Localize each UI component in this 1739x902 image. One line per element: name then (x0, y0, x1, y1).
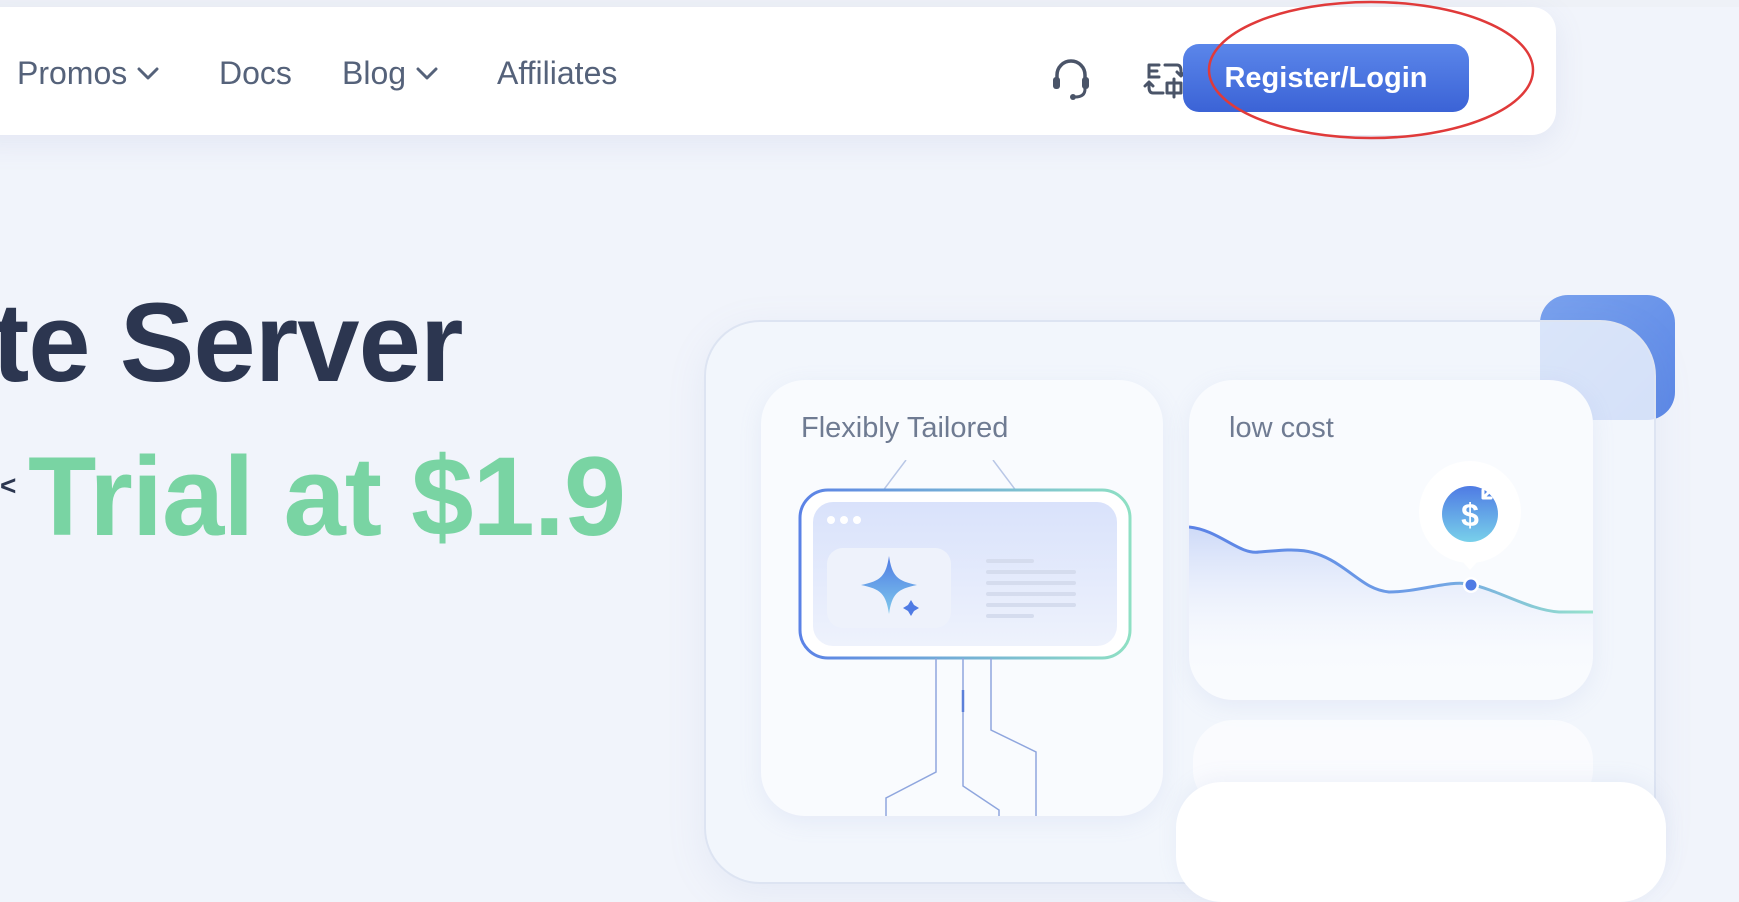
tailored-illustration (798, 460, 1132, 816)
nav-item-label: Promos (17, 55, 128, 91)
nav-item-promos[interactable]: Promos (17, 55, 159, 92)
nav-item-label: Blog (342, 55, 407, 91)
hero-subline: Trial at $1.9 (28, 434, 626, 559)
headset-icon[interactable] (1049, 55, 1093, 103)
navbar: Promos Docs Blog Affiliates Register/Log… (0, 7, 1556, 135)
nav-item-blog[interactable]: Blog (342, 55, 438, 92)
nav-item-label: Affiliates (497, 55, 618, 91)
low-cost-chart-illustration: $ (1189, 461, 1593, 680)
feature-card-low-cost: low cost $ (1189, 380, 1593, 700)
nav-item-docs[interactable]: Docs (219, 55, 292, 92)
feature-card-flexibly-tailored: Flexibly Tailored (761, 380, 1163, 816)
hero-headline: te Server (0, 280, 463, 405)
top-strip (0, 0, 1739, 7)
subline-fragment: ˂ (0, 470, 17, 501)
nav-item-label: Docs (219, 55, 292, 91)
chevron-down-icon (416, 67, 438, 79)
nav-item-affiliates[interactable]: Affiliates (497, 55, 617, 92)
feature-card-bottom (1176, 782, 1666, 902)
chevron-down-icon (137, 67, 159, 79)
card-title: Flexibly Tailored (801, 412, 1009, 444)
svg-text:$: $ (1461, 497, 1479, 533)
register-login-button[interactable]: Register/Login (1183, 44, 1469, 112)
language-switch-icon[interactable] (1143, 55, 1187, 103)
